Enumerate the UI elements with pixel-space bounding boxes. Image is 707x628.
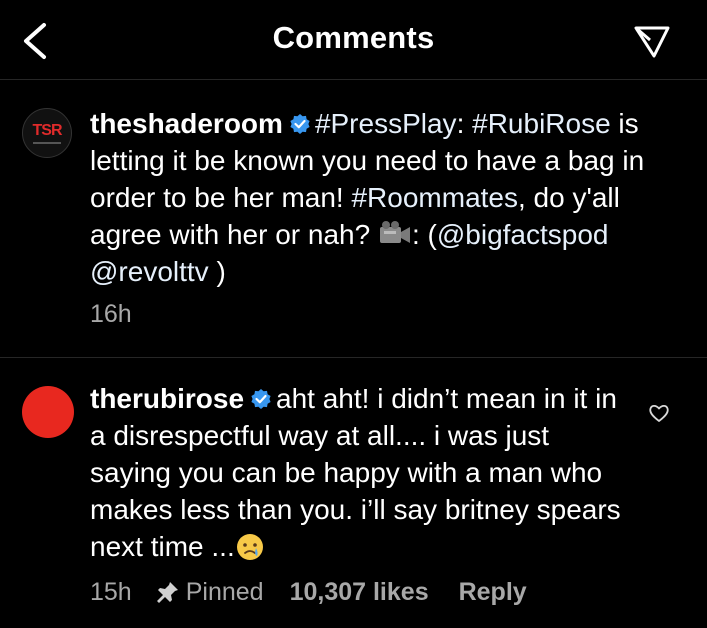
caption-username[interactable]: theshaderoom (90, 108, 283, 139)
mention-bigfactspod[interactable]: @bigfactspod (437, 219, 609, 250)
comment-meta: 15h Pinned 10,307 likes Reply (90, 575, 527, 609)
heart-icon[interactable] (648, 402, 670, 424)
header-bar: Comments (0, 0, 707, 80)
caption-text: theshaderoom #PressPlay: #RubiRose is let… (90, 105, 690, 290)
video-camera-emoji-icon (379, 221, 410, 243)
likes-count[interactable]: 10,307 likes (290, 578, 429, 607)
caption-segment: : (456, 108, 473, 139)
pinned-label: Pinned (185, 577, 264, 606)
caption-segment: ) (208, 256, 226, 287)
hashtag-rubirose[interactable]: #RubiRose (472, 108, 611, 139)
divider (0, 357, 707, 358)
logo-subline (33, 141, 61, 144)
caption-segment: : ( (411, 219, 437, 250)
pin-icon (156, 582, 178, 603)
hashtag-pressplay[interactable]: #PressPlay (315, 108, 457, 139)
caption-avatar[interactable]: TSR (22, 108, 72, 158)
page-title: Comments (272, 20, 435, 55)
mention-revolttv[interactable]: @revolttv (90, 256, 209, 287)
comment-username[interactable]: therubirose (90, 383, 244, 414)
verified-badge-icon (290, 114, 310, 134)
crying-face-emoji-icon (236, 534, 263, 560)
comment-avatar[interactable] (22, 386, 74, 438)
tsr-logo: TSR (32, 121, 63, 139)
paper-plane-icon[interactable] (632, 22, 672, 60)
hashtag-roommates[interactable]: #Roommates (351, 182, 518, 213)
comment-timestamp: 15h (90, 577, 132, 606)
verified-badge-icon (251, 389, 271, 409)
reply-button[interactable]: Reply (459, 578, 527, 607)
caption-timestamp: 16h (90, 300, 132, 328)
comment-text: therubirose aht aht! i didn’t mean in it … (90, 380, 630, 565)
